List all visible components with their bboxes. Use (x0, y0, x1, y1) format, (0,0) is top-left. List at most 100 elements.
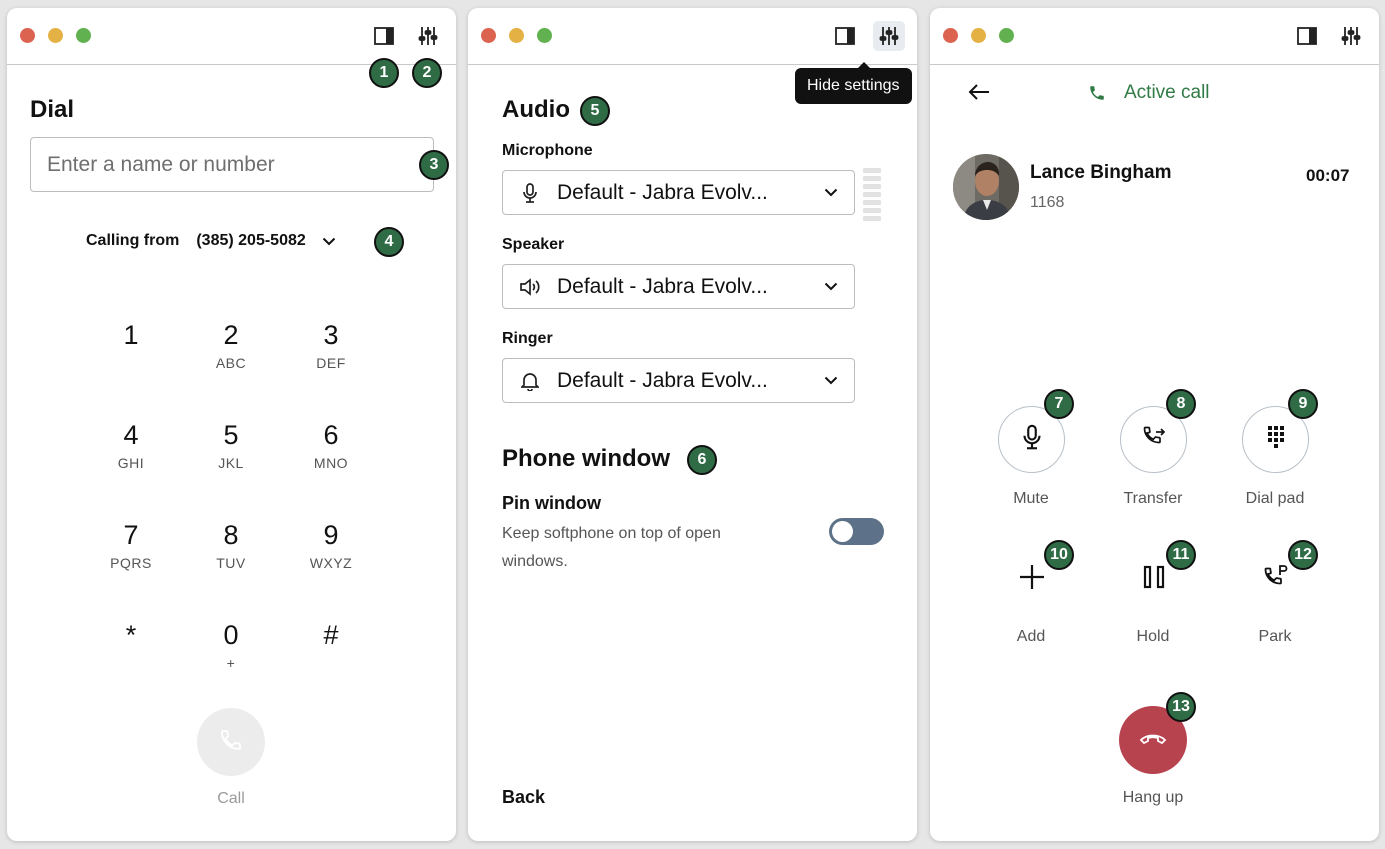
dial-input[interactable] (30, 137, 434, 192)
toggle-knob (832, 521, 853, 542)
key-5[interactable]: 5 JKL (186, 422, 276, 492)
key-star[interactable]: * (86, 622, 176, 692)
microphone-label: Microphone (502, 142, 593, 159)
transfer-label: Transfer (1123, 490, 1183, 507)
caller-extension: 1168 (1030, 194, 1065, 211)
settings-sliders-icon[interactable] (416, 24, 440, 48)
maximize-window-button[interactable] (76, 28, 91, 43)
minimize-window-button[interactable] (971, 28, 986, 43)
titlebar (468, 8, 917, 65)
calling-from-number: (385) 205-5082 (196, 232, 306, 249)
dialpad-icon (1266, 424, 1286, 455)
key-4[interactable]: 4 GHI (86, 422, 176, 492)
settings-sliders-icon[interactable] (1339, 24, 1363, 48)
dial-title: Dial (30, 96, 75, 123)
minimize-window-button[interactable] (48, 28, 63, 43)
panel-toggle-icon[interactable] (1295, 24, 1319, 48)
chevron-down-icon (824, 372, 838, 390)
close-window-button[interactable] (20, 28, 35, 43)
callout-badge-5: 5 (580, 96, 610, 126)
callout-badge-10: 10 (1044, 540, 1074, 570)
speaker-select[interactable]: Default - Jabra Evolv... (502, 264, 855, 309)
speaker-value: Default - Jabra Evolv... (557, 274, 768, 298)
ringer-label: Ringer (502, 330, 553, 347)
audio-heading: Audio (502, 96, 570, 123)
chevron-down-icon (322, 237, 336, 246)
calling-from-selector[interactable]: Calling from (385) 205-5082 (86, 232, 336, 250)
ringer-select[interactable]: Default - Jabra Evolv... (502, 358, 855, 403)
maximize-window-button[interactable] (999, 28, 1014, 43)
microphone-icon (519, 182, 541, 203)
close-window-button[interactable] (481, 28, 496, 43)
key-2[interactable]: 2 ABC (186, 322, 276, 392)
call-label: Call (217, 790, 245, 807)
microphone-level-meter (863, 168, 881, 221)
back-button[interactable]: Back (502, 787, 545, 808)
callout-badge-3: 3 (419, 150, 449, 180)
call-timer: 00:07 (1306, 166, 1350, 185)
active-call-label: Active call (1124, 82, 1210, 103)
microphone-value: Default - Jabra Evolv... (557, 180, 768, 204)
hang-up-icon (1139, 731, 1167, 750)
settings-window: Hide settings Audio 5 Microphone Default… (468, 8, 917, 841)
dial-window: 1 2 Dial 3 Calling from (385) 205-5082 4… (7, 8, 456, 841)
avatar (953, 154, 1019, 220)
callout-badge-4: 4 (374, 227, 404, 257)
callout-badge-8: 8 (1166, 389, 1196, 419)
callout-badge-6: 6 (687, 445, 717, 475)
callout-badge-1: 1 (369, 58, 399, 88)
titlebar (930, 8, 1379, 65)
titlebar (7, 8, 456, 65)
panel-toggle-icon[interactable] (833, 24, 857, 48)
active-call-status: Active call (1088, 82, 1210, 104)
phone-window-heading: Phone window (502, 445, 670, 472)
hide-settings-tooltip: Hide settings (795, 62, 912, 104)
panel-toggle-icon[interactable] (372, 24, 396, 48)
callout-badge-13: 13 (1166, 692, 1196, 722)
phone-icon (219, 728, 243, 757)
bell-icon (519, 371, 541, 391)
hold-label: Hold (1136, 628, 1170, 645)
chevron-down-icon (824, 278, 838, 296)
microphone-select[interactable]: Default - Jabra Evolv... (502, 170, 855, 215)
park-label: Park (1258, 628, 1292, 645)
close-window-button[interactable] (943, 28, 958, 43)
settings-sliders-icon[interactable] (873, 21, 905, 51)
speaker-label: Speaker (502, 236, 565, 253)
pin-window-description: Keep softphone on top of open windows. (502, 525, 721, 570)
calling-from-label: Calling from (86, 232, 180, 249)
ringer-value: Default - Jabra Evolv... (557, 368, 768, 392)
key-0[interactable]: 0 + (186, 622, 276, 692)
phone-icon (1090, 86, 1104, 100)
call-button[interactable] (197, 708, 265, 776)
key-6[interactable]: 6 MNO (286, 422, 376, 492)
minimize-window-button[interactable] (509, 28, 524, 43)
callout-badge-7: 7 (1044, 389, 1074, 419)
plus-icon (1019, 564, 1045, 595)
key-3[interactable]: 3 DEF (286, 322, 376, 392)
add-label: Add (1016, 628, 1046, 645)
callout-badge-12: 12 (1288, 540, 1318, 570)
pause-icon (1143, 565, 1165, 594)
transfer-call-icon (1141, 424, 1167, 455)
callout-badge-2: 2 (412, 58, 442, 88)
hang-up-label: Hang up (1122, 789, 1184, 806)
park-call-icon (1263, 564, 1289, 595)
key-7[interactable]: 7 PQRS (86, 522, 176, 592)
mute-label: Mute (1013, 490, 1049, 507)
caller-name: Lance Bingham (1030, 162, 1172, 183)
pin-window-toggle[interactable] (829, 518, 884, 545)
key-8[interactable]: 8 TUV (186, 522, 276, 592)
key-hash[interactable]: # (286, 622, 376, 692)
dial-pad-label: Dial pad (1245, 490, 1305, 507)
pin-window-label: Pin window (502, 493, 601, 513)
back-arrow-icon[interactable] (968, 83, 990, 106)
key-9[interactable]: 9 WXYZ (286, 522, 376, 592)
callout-badge-9: 9 (1288, 389, 1318, 419)
maximize-window-button[interactable] (537, 28, 552, 43)
callout-badge-11: 11 (1166, 540, 1196, 570)
active-call-window: Active call Lance Bingham 1168 00:07 Mut… (930, 8, 1379, 841)
microphone-icon (1022, 424, 1042, 455)
speaker-icon (519, 277, 541, 296)
key-1[interactable]: 1 (86, 322, 176, 392)
